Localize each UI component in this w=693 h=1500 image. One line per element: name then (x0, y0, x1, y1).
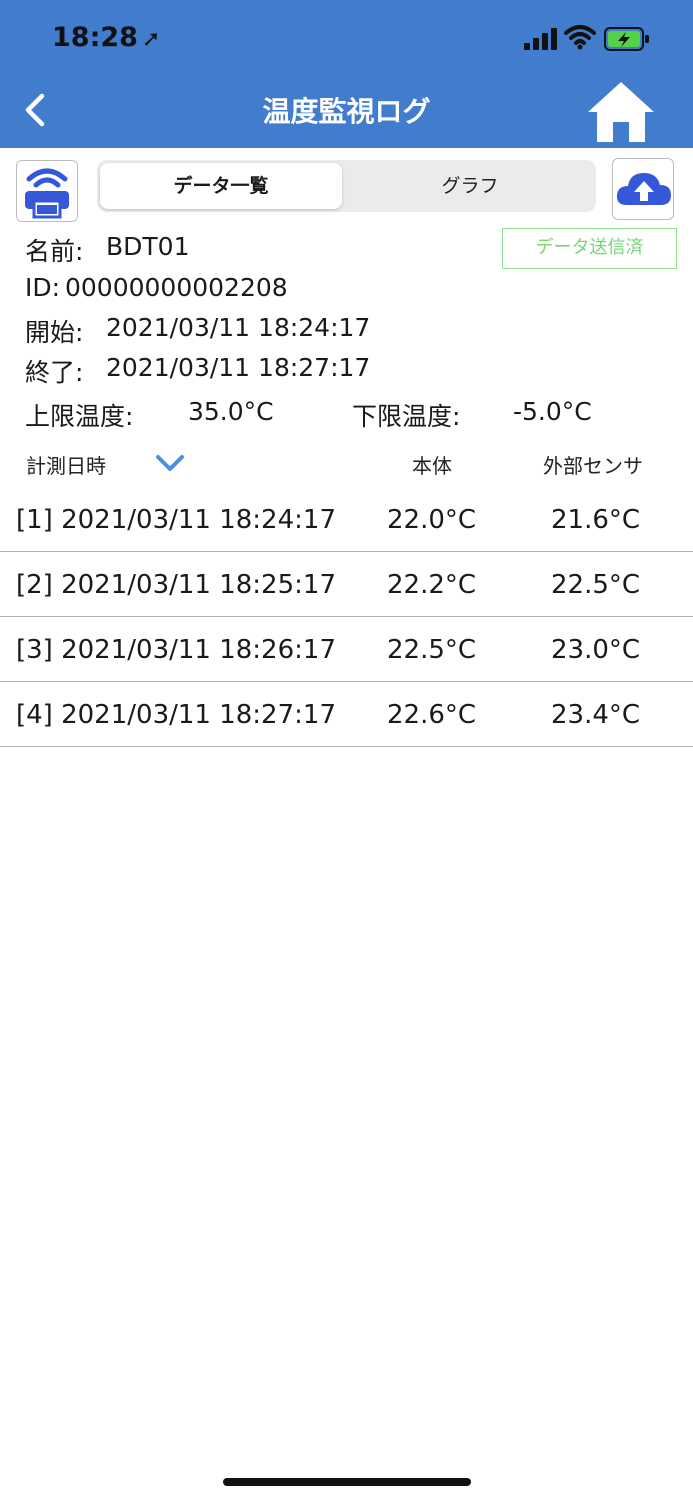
name-value: BDT01 (106, 232, 190, 261)
row-body-temp: 22.2°C (387, 570, 477, 600)
upper-limit-label: 上限温度: (25, 402, 134, 431)
table-row[interactable]: [4] 2021/03/11 18:27:17 22.6°C 23.4°C (0, 682, 693, 747)
column-header-datetime[interactable]: 計測日時 (26, 450, 106, 479)
upper-limit-value: 35.0°C (188, 397, 274, 426)
name-row: 名前: BDT01 (25, 232, 189, 268)
table-row[interactable]: [1] 2021/03/11 18:24:17 22.0°C 21.6°C (0, 487, 693, 552)
row-external-temp: 22.5°C (551, 570, 641, 600)
row-datetime: [4] 2021/03/11 18:27:17 (16, 700, 336, 730)
sort-chevron-down-icon[interactable] (154, 452, 186, 474)
row-body-temp: 22.6°C (387, 700, 477, 730)
battery-charging-icon (604, 27, 649, 51)
wifi-icon (564, 25, 596, 50)
row-external-temp: 21.6°C (551, 505, 641, 535)
id-row: ID: 00000000002208 (25, 273, 288, 302)
row-external-temp: 23.0°C (551, 635, 641, 665)
row-datetime: [2] 2021/03/11 18:25:17 (16, 570, 336, 600)
status-time: 18:28 ➚ (52, 22, 160, 53)
end-row: 終了: 2021/03/11 18:27:17 (25, 353, 370, 389)
row-datetime: [3] 2021/03/11 18:26:17 (16, 635, 336, 665)
lower-limit-row: 下限温度: -5.0°C (352, 397, 592, 433)
location-arrow-icon: ➚ (141, 27, 161, 52)
lower-limit-value: -5.0°C (513, 397, 592, 426)
wireless-printer-icon (25, 168, 69, 219)
printer-button[interactable] (16, 160, 78, 222)
home-indicator-bar[interactable] (223, 1478, 471, 1486)
row-datetime: [1] 2021/03/11 18:24:17 (16, 505, 336, 535)
upper-limit-row: 上限温度: 35.0°C (25, 397, 274, 433)
home-button[interactable] (586, 80, 656, 144)
tab-data-list[interactable]: データ一覧 (100, 163, 342, 209)
status-time-text: 18:28 (52, 22, 138, 53)
sent-status-badge: データ送信済 (502, 228, 677, 269)
row-external-temp: 23.4°C (551, 700, 641, 730)
home-icon (588, 82, 654, 142)
upload-button[interactable] (612, 158, 674, 220)
table-row[interactable]: [2] 2021/03/11 18:25:17 22.2°C 22.5°C (0, 552, 693, 617)
lower-limit-label: 下限温度: (352, 402, 461, 431)
start-value: 2021/03/11 18:24:17 (106, 313, 371, 342)
end-value: 2021/03/11 18:27:17 (106, 353, 371, 382)
cellular-signal-icon (524, 28, 557, 50)
app-header: 18:28 ➚ 温度監視ログ (0, 0, 693, 148)
end-label: 終了: (25, 358, 84, 387)
id-value: 00000000002208 (65, 273, 288, 302)
start-label: 開始: (25, 318, 84, 347)
start-row: 開始: 2021/03/11 18:24:17 (25, 313, 370, 349)
id-label: ID: (25, 273, 61, 302)
name-label: 名前: (25, 237, 84, 266)
column-header-body: 本体 (412, 454, 452, 478)
view-tabs: データ一覧 グラフ (97, 160, 596, 212)
row-body-temp: 22.0°C (387, 505, 477, 535)
row-body-temp: 22.5°C (387, 635, 477, 665)
cloud-upload-icon (616, 173, 671, 205)
tab-graph[interactable]: グラフ (349, 163, 591, 209)
column-header-external: 外部センサ (543, 454, 643, 478)
table-row[interactable]: [3] 2021/03/11 18:26:17 22.5°C 23.0°C (0, 617, 693, 682)
